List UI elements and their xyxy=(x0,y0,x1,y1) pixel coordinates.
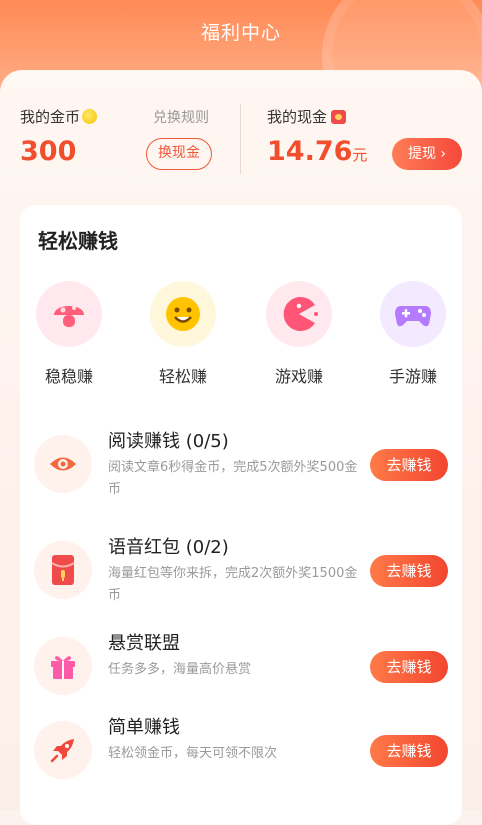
withdraw-button[interactable]: 提现 › xyxy=(392,138,462,170)
go-earn-button[interactable]: 去赚钱 xyxy=(370,651,448,683)
mushroom-icon xyxy=(36,281,102,347)
eye-icon xyxy=(34,435,92,493)
category-item-stable[interactable]: 稳稳赚 xyxy=(24,281,114,387)
task-desc: 轻松领金币，每天可领不限次 xyxy=(108,746,278,761)
gold-coin-icon xyxy=(82,109,98,124)
cash-value-row: 14.76元 xyxy=(267,136,367,167)
go-earn-button[interactable]: 去赚钱 xyxy=(370,555,448,587)
task-title: 阅读赚钱 (0/5) xyxy=(108,431,229,452)
task-title: 悬赏联盟 xyxy=(108,633,180,654)
category-label: 游戏赚 xyxy=(274,367,323,386)
divider xyxy=(240,104,241,174)
category-item-easy[interactable]: 轻松赚 xyxy=(138,281,228,387)
red-envelope-icon xyxy=(331,110,347,124)
red-envelope-icon xyxy=(34,541,92,599)
category-row: 稳稳赚 轻松赚 游戏赚 手游赚 xyxy=(20,281,462,391)
earn-card: 轻松赚钱 稳稳赚 轻松赚 游戏赚 手游赚 阅读赚钱 (0/5) 阅读文章6秒得金… xyxy=(20,205,462,825)
task-item-reading: 阅读赚钱 (0/5) 阅读文章6秒得金币，完成5次额外奖500金币 去赚钱 xyxy=(20,431,462,525)
coins-label-row: 我的金币 xyxy=(20,106,98,127)
go-earn-button[interactable]: 去赚钱 xyxy=(370,735,448,767)
smiley-icon xyxy=(150,281,216,347)
gamepad-icon xyxy=(380,281,446,347)
section-title-text: 轻松赚钱 xyxy=(38,229,118,253)
page-title: 福利中心 xyxy=(200,22,281,44)
category-item-mobile-games[interactable]: 手游赚 xyxy=(368,281,458,387)
cash-label-row: 我的现金 xyxy=(267,106,347,127)
task-desc: 任务多多，海量高价悬赏 xyxy=(108,662,252,677)
cash-unit: 元 xyxy=(352,146,368,164)
exchange-rules-link[interactable]: 兑换规则 xyxy=(153,107,209,127)
task-title: 语音红包 (0/2) xyxy=(108,537,229,558)
go-earn-button[interactable]: 去赚钱 xyxy=(370,449,448,481)
coins-label: 我的金币 xyxy=(20,108,81,126)
category-label: 手游赚 xyxy=(388,367,437,386)
task-item-voice-red-envelope: 语音红包 (0/2) 海量红包等你来拆，完成2次额外奖1500金币 去赚钱 xyxy=(20,537,462,631)
exchange-cash-button[interactable]: 换现金 xyxy=(146,138,212,170)
task-item-simple-earn: 简单赚钱 轻松领金币，每天可领不限次 去赚钱 xyxy=(20,717,462,811)
gift-icon xyxy=(34,637,92,695)
category-label: 轻松赚 xyxy=(158,367,207,386)
task-title: 简单赚钱 xyxy=(108,717,180,738)
task-item-bounty-alliance: 悬赏联盟 任务多多，海量高价悬赏 去赚钱 xyxy=(20,633,462,727)
wallet-panel: 我的金币 300 兑换规则 换现金 我的现金 14.76元 提现 › xyxy=(0,102,482,192)
rocket-icon xyxy=(34,721,92,779)
category-item-game[interactable]: 游戏赚 xyxy=(254,281,344,387)
category-label: 稳稳赚 xyxy=(44,367,93,386)
coins-value: 300 xyxy=(20,136,77,167)
task-desc: 海量红包等你来拆，完成2次额外奖1500金币 xyxy=(108,566,358,603)
cash-label: 我的现金 xyxy=(267,108,328,126)
section-title: 轻松赚钱 xyxy=(38,225,130,256)
cash-value: 14.76 xyxy=(267,136,353,167)
pacman-icon xyxy=(266,281,332,347)
task-desc: 阅读文章6秒得金币，完成5次额外奖500金币 xyxy=(108,460,358,497)
